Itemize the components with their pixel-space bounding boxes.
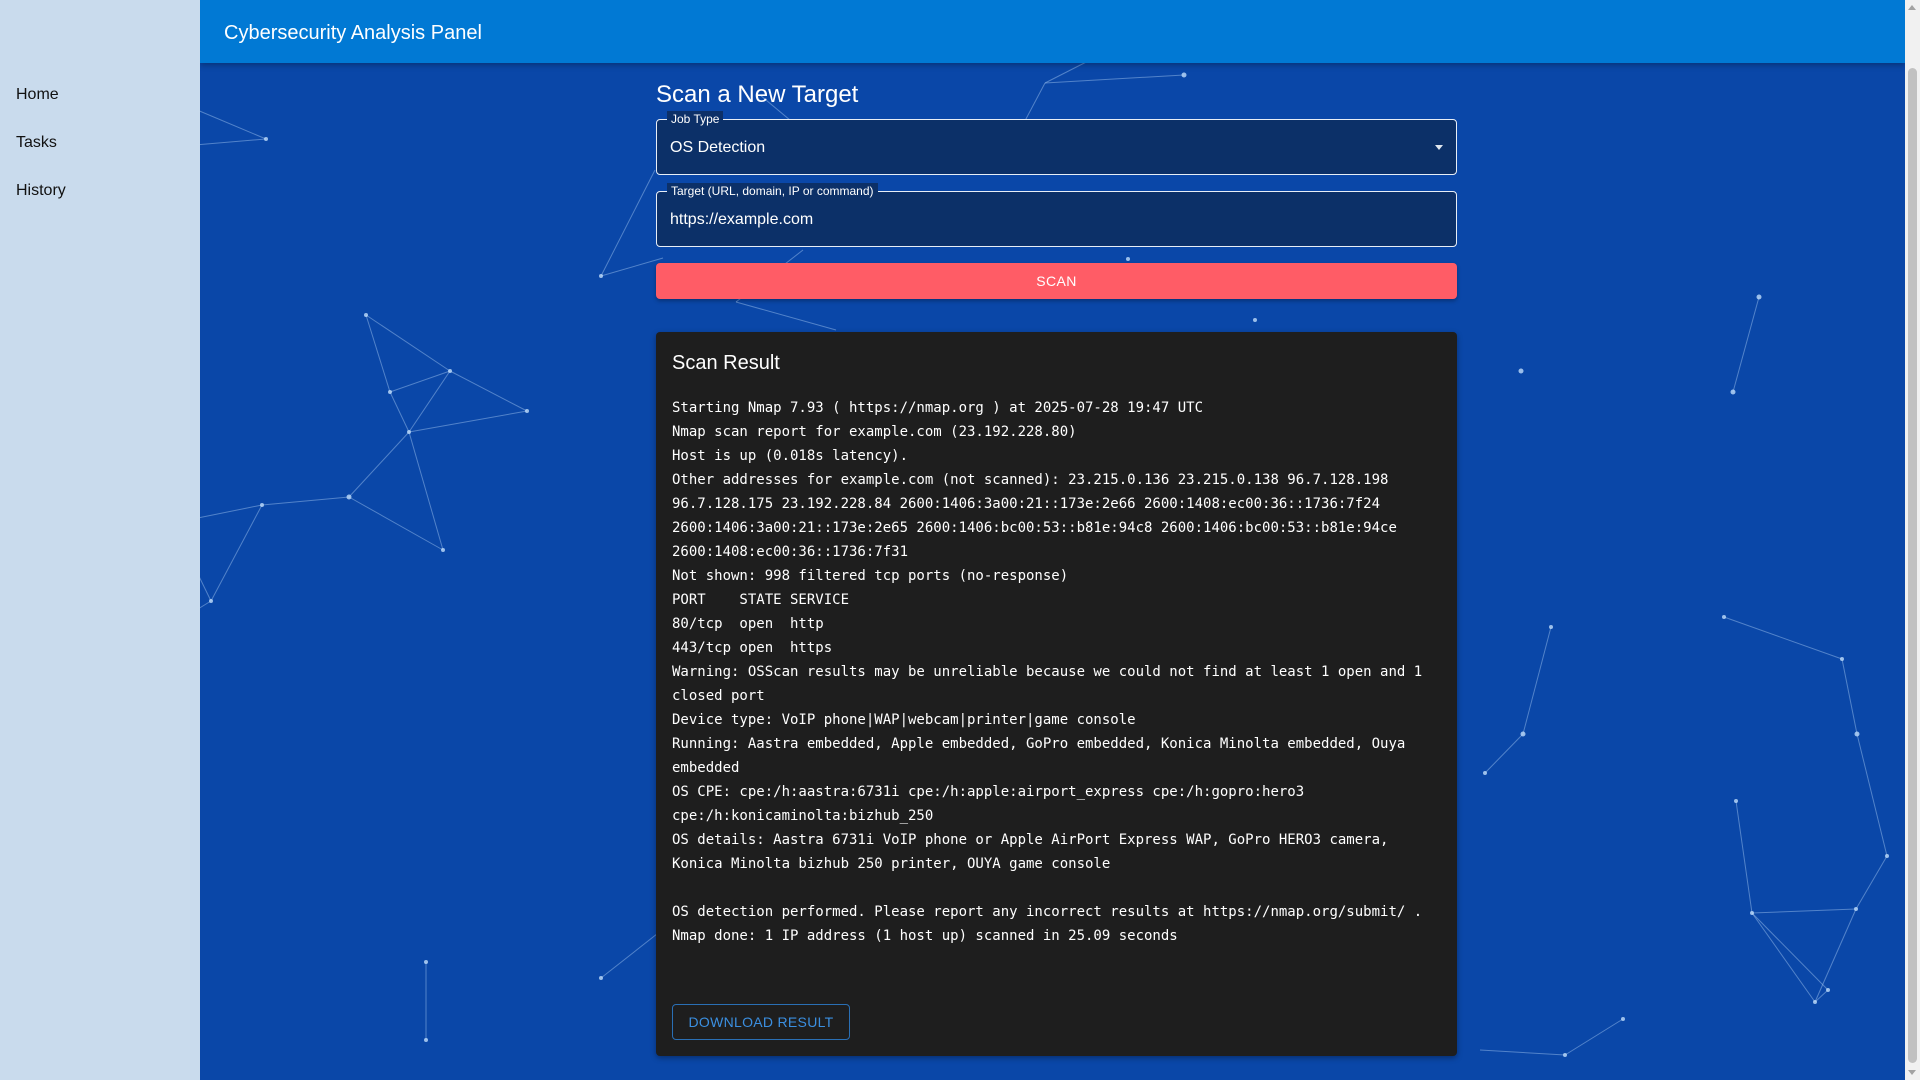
target-value: https://example.com bbox=[670, 211, 814, 228]
page-title: Scan a New Target bbox=[656, 81, 859, 108]
scan-button[interactable]: SCAN bbox=[656, 263, 1457, 299]
page-scrollbar[interactable] bbox=[1905, 0, 1920, 1080]
sidebar: Home Tasks History bbox=[0, 0, 200, 1080]
download-result-button[interactable]: DOWNLOAD RESULT bbox=[672, 1004, 850, 1040]
scroll-up-icon[interactable] bbox=[1908, 5, 1916, 10]
sidebar-item-tasks[interactable]: Tasks bbox=[16, 133, 57, 153]
sidebar-item-home[interactable]: Home bbox=[16, 85, 59, 105]
scan-result-panel: Scan Result Starting Nmap 7.93 ( https:/… bbox=[656, 332, 1457, 1056]
scroll-down-icon[interactable] bbox=[1908, 1070, 1916, 1075]
app-root: Home Tasks History Cybersecurity Analysi… bbox=[0, 0, 1920, 1080]
sidebar-item-history[interactable]: History bbox=[16, 181, 66, 201]
scan-result-output: Starting Nmap 7.93 ( https://nmap.org ) … bbox=[672, 400, 1423, 944]
scrollbar-thumb[interactable] bbox=[1908, 68, 1917, 1063]
job-type-value: OS Detection bbox=[670, 139, 766, 156]
scan-result-title: Scan Result bbox=[672, 352, 780, 374]
app-title: Cybersecurity Analysis Panel bbox=[224, 22, 482, 44]
target-input[interactable]: Target (URL, domain, IP or command) http… bbox=[656, 183, 1457, 247]
dropdown-arrow-icon[interactable] bbox=[1435, 145, 1443, 150]
app-bar: Cybersecurity Analysis Panel bbox=[200, 0, 1905, 63]
target-label: Target (URL, domain, IP or command) bbox=[667, 183, 878, 199]
job-type-label: Job Type bbox=[667, 111, 724, 127]
job-type-select[interactable]: Job Type OS Detection bbox=[656, 111, 1457, 175]
